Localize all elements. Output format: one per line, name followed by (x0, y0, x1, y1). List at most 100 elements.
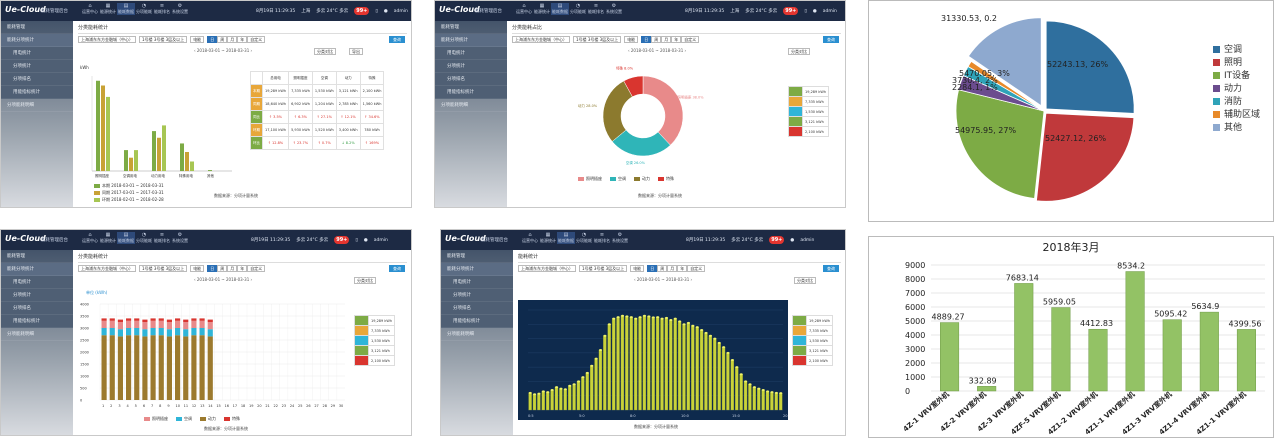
nav-item-stats[interactable]: ▦ 能源统计 (539, 232, 557, 244)
building-select[interactable]: 上海浦东东方金融城（中心） (512, 36, 570, 43)
sidebar-item-energy[interactable]: 能耗管理 (1, 21, 73, 34)
sidebar-item-sub-stats[interactable]: 分项统计 (1, 60, 73, 73)
nav-item-sub[interactable]: ◔ 分项能耗 (135, 232, 153, 244)
building-select[interactable]: 上海浦东东方金融城（中心） (78, 265, 136, 272)
notification-badge[interactable]: 99+ (769, 236, 785, 244)
export-button[interactable]: 导出 (349, 48, 363, 55)
nav-item-settings[interactable]: ⚙ 系统设置 (171, 3, 189, 15)
sidebar-item-energy[interactable]: 能耗管理 (441, 250, 513, 263)
period-day[interactable]: 日 (207, 265, 218, 272)
sidebar-item-category[interactable]: 能耗分项统计 (1, 34, 73, 47)
nav-item-sub[interactable]: ◔ 分项能耗 (575, 232, 593, 244)
nav-item-stats[interactable]: ▦ 能源统计 (99, 3, 117, 15)
period-month[interactable]: 月 (227, 36, 238, 43)
clipboard-icon[interactable]: ▯ (355, 238, 357, 243)
sidebar-item-index[interactable]: 用能指标统计 (435, 86, 507, 99)
building-select[interactable]: 上海浦东东方金融城（中心） (78, 36, 136, 43)
nav-item-ops[interactable]: ⌂ 运营中心 (515, 3, 533, 15)
sidebar-item-rank[interactable]: 分项排名 (435, 73, 507, 86)
nav-item-data[interactable]: ▤ 能耗数据 (117, 232, 135, 244)
query-button[interactable]: 查询 (823, 265, 839, 272)
sidebar-item-detail[interactable]: 分项能耗明细 (441, 328, 513, 341)
nav-item-rank[interactable]: ≡ 能耗排名 (593, 232, 611, 244)
period-day[interactable]: 日 (207, 36, 218, 43)
notification-badge[interactable]: 99+ (783, 7, 799, 15)
clipboard-icon[interactable]: ▯ (804, 9, 806, 14)
compare-select[interactable]: 分类对比 (314, 48, 336, 55)
user-icon[interactable]: ● (364, 238, 368, 243)
nav-item-ops[interactable]: ⌂ 运营中心 (81, 232, 99, 244)
sidebar-item-detail[interactable]: 分项能耗明细 (1, 328, 73, 341)
nav-item-ops[interactable]: ⌂ 运营中心 (521, 232, 539, 244)
sidebar-item-electric[interactable]: 用电统计 (435, 47, 507, 60)
user-icon[interactable]: ● (384, 9, 388, 14)
nav-item-settings[interactable]: ⚙ 系统设置 (171, 232, 189, 244)
building-select[interactable]: 上海浦东东方金融城（中心） (518, 265, 576, 272)
period-custom[interactable]: 自定义 (687, 265, 706, 272)
floor-select[interactable]: 1号楼 3号楼 3层及以上 (139, 36, 188, 43)
period-month[interactable]: 月 (227, 265, 238, 272)
user-name[interactable]: admin (394, 9, 408, 14)
sidebar-item-category[interactable]: 能耗分项统计 (441, 263, 513, 276)
period-day[interactable]: 日 (647, 265, 658, 272)
sidebar-item-index[interactable]: 用能指标统计 (1, 315, 73, 328)
nav-item-sub[interactable]: ◔ 分项能耗 (569, 3, 587, 15)
period-month[interactable]: 月 (661, 36, 672, 43)
nav-item-sub[interactable]: ◔ 分项能耗 (135, 3, 153, 15)
user-icon[interactable]: ● (813, 9, 817, 14)
sidebar-item-electric[interactable]: 用电统计 (1, 276, 73, 289)
floor-select[interactable]: 1号楼 3号楼 3层及以上 (139, 265, 188, 272)
energy-select[interactable]: 电能 (190, 265, 205, 272)
floor-select[interactable]: 1号楼 3号楼 3层及以上 (579, 265, 628, 272)
energy-select[interactable]: 电能 (190, 36, 205, 43)
period-year[interactable]: 年 (671, 36, 682, 43)
nav-item-settings[interactable]: ⚙ 系统设置 (611, 232, 629, 244)
period-year[interactable]: 年 (237, 36, 248, 43)
query-button[interactable]: 查询 (389, 36, 405, 43)
query-button[interactable]: 查询 (389, 265, 405, 272)
notification-badge[interactable]: 99+ (334, 236, 350, 244)
nav-item-rank[interactable]: ≡ 能耗排名 (587, 3, 605, 15)
compare-select[interactable]: 分类对比 (794, 277, 816, 284)
period-month[interactable]: 月 (667, 265, 678, 272)
sidebar-item-rank[interactable]: 分项排名 (1, 73, 73, 86)
period-custom[interactable]: 自定义 (247, 36, 266, 43)
compare-select[interactable]: 分类对比 (788, 48, 810, 55)
nav-item-ops[interactable]: ⌂ 运营中心 (81, 3, 99, 15)
period-year[interactable]: 年 (237, 265, 248, 272)
sidebar-item-energy[interactable]: 能耗管理 (435, 21, 507, 34)
sidebar-item-electric[interactable]: 用电统计 (441, 276, 513, 289)
compare-select[interactable]: 分类对比 (354, 277, 376, 284)
period-custom[interactable]: 自定义 (247, 265, 266, 272)
nav-item-stats[interactable]: ▦ 能源统计 (99, 232, 117, 244)
nav-item-rank[interactable]: ≡ 能耗排名 (153, 3, 171, 15)
sidebar-item-detail[interactable]: 分项能耗明细 (435, 99, 507, 112)
query-button[interactable]: 查询 (823, 36, 839, 43)
notification-badge[interactable]: 99+ (354, 7, 370, 15)
sidebar-item-rank[interactable]: 分项排名 (441, 302, 513, 315)
sidebar-item-electric[interactable]: 用电统计 (1, 47, 73, 60)
clipboard-icon[interactable]: ▯ (375, 9, 377, 14)
user-name[interactable]: admin (823, 9, 837, 14)
user-icon[interactable]: ● (790, 238, 794, 243)
sidebar-item-index[interactable]: 用能指标统计 (441, 315, 513, 328)
period-custom[interactable]: 自定义 (681, 36, 700, 43)
nav-item-data[interactable]: ▤ 能耗数据 (551, 3, 569, 15)
sidebar-item-sub-stats[interactable]: 分项统计 (435, 60, 507, 73)
energy-select[interactable]: 电能 (624, 36, 639, 43)
sidebar-item-rank[interactable]: 分项排名 (1, 302, 73, 315)
user-name[interactable]: admin (374, 238, 388, 243)
sidebar-item-category[interactable]: 能耗分项统计 (435, 34, 507, 47)
nav-item-data[interactable]: ▤ 能耗数据 (557, 232, 575, 244)
nav-item-rank[interactable]: ≡ 能耗排名 (153, 232, 171, 244)
sidebar-item-energy[interactable]: 能耗管理 (1, 250, 73, 263)
sidebar-item-detail[interactable]: 分项能耗明细 (1, 99, 73, 112)
period-week[interactable]: 周 (657, 265, 668, 272)
period-year[interactable]: 年 (677, 265, 688, 272)
sidebar-item-index[interactable]: 用能指标统计 (1, 86, 73, 99)
period-week[interactable]: 周 (651, 36, 662, 43)
nav-item-stats[interactable]: ▦ 能源统计 (533, 3, 551, 15)
energy-select[interactable]: 电能 (630, 265, 645, 272)
user-name[interactable]: admin (800, 238, 814, 243)
sidebar-item-sub-stats[interactable]: 分项统计 (1, 289, 73, 302)
